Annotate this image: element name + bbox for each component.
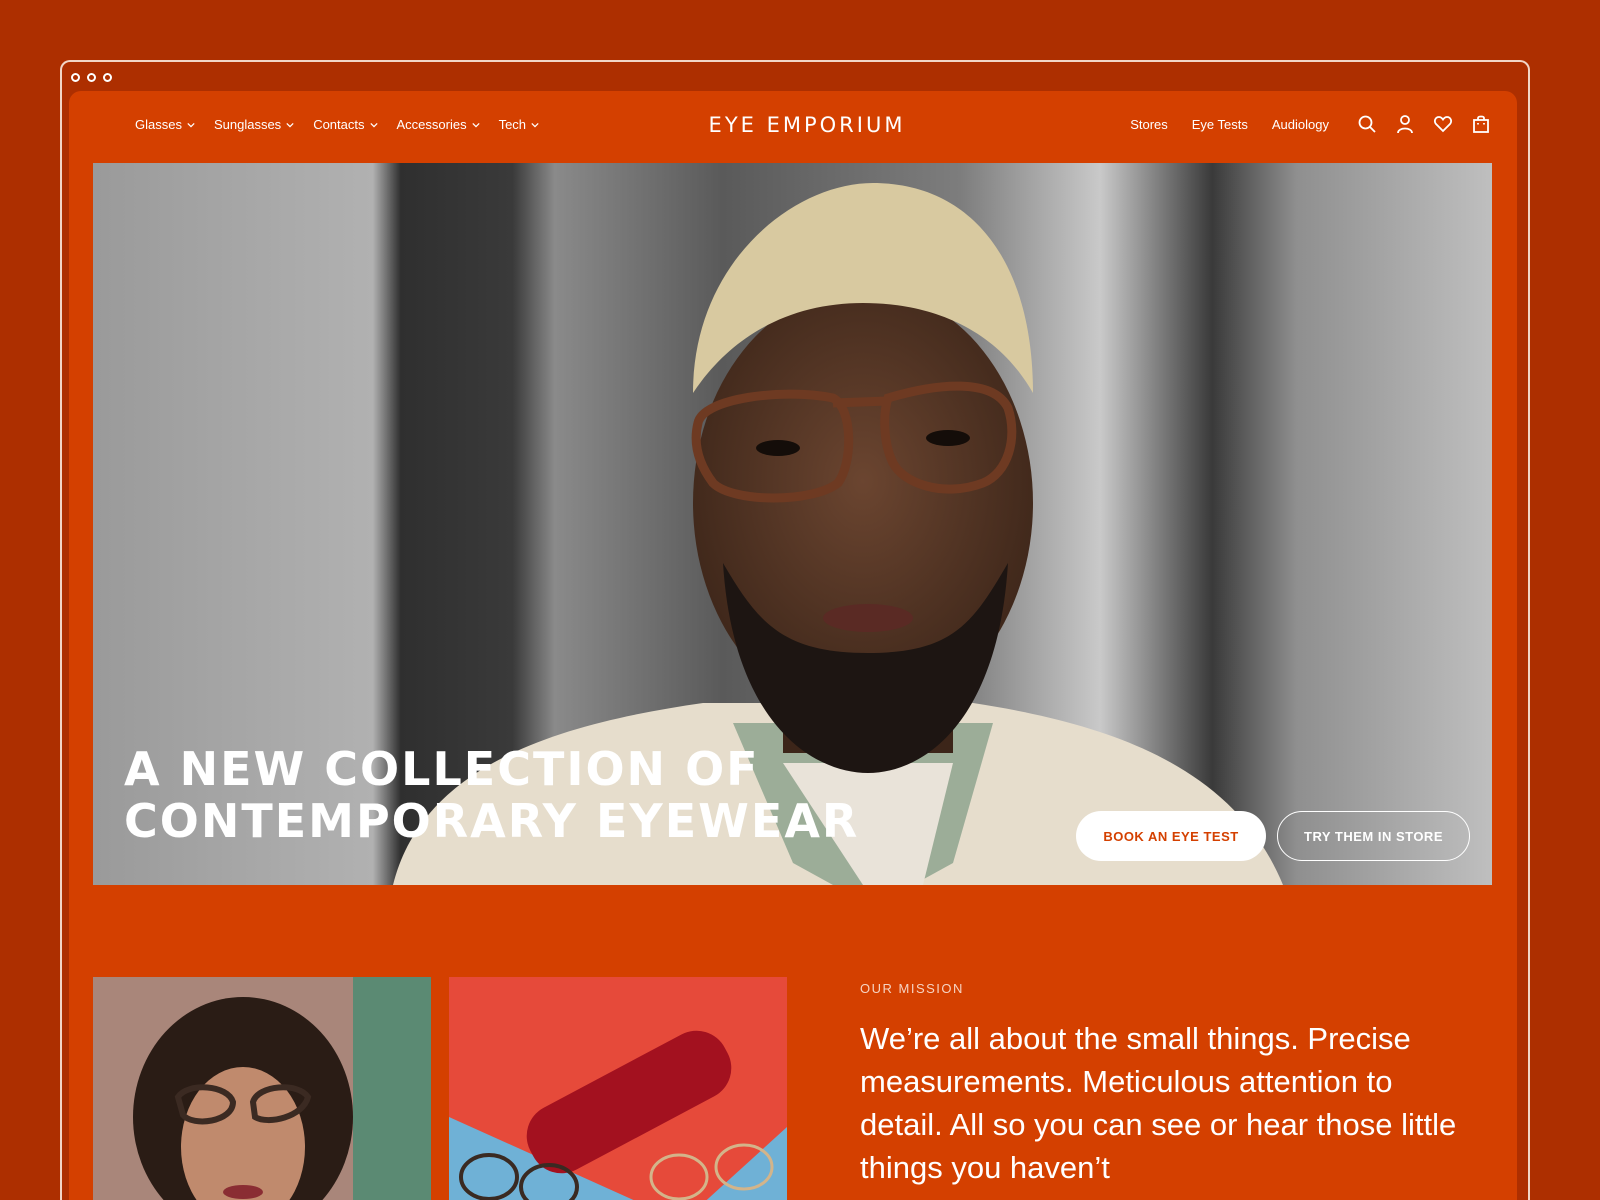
nav-item-glasses[interactable]: Glasses bbox=[135, 117, 195, 132]
chevron-down-icon bbox=[531, 122, 539, 127]
window-dot-minimize[interactable] bbox=[87, 73, 96, 82]
search-icon[interactable] bbox=[1357, 114, 1377, 134]
glasses-case-photo bbox=[449, 977, 787, 1200]
window-dot-close[interactable] bbox=[71, 73, 80, 82]
nav-item-contacts[interactable]: Contacts bbox=[313, 117, 378, 132]
chevron-down-icon bbox=[286, 122, 294, 127]
shopping-bag-icon[interactable] bbox=[1471, 114, 1491, 134]
account-icon[interactable] bbox=[1395, 114, 1415, 134]
utility-menu: Stores Eye Tests Audiology bbox=[1130, 114, 1491, 134]
chevron-down-icon bbox=[471, 122, 480, 127]
mission-label: OUR MISSION bbox=[860, 981, 964, 996]
nav-item-label: Accessories bbox=[396, 117, 467, 132]
window-controls bbox=[71, 73, 112, 82]
page: Glasses Sunglasses Contacts Accessories … bbox=[69, 91, 1517, 1200]
nav-item-label: Tech bbox=[498, 117, 527, 132]
hero-headline-line-1: A NEW COLLECTION OF bbox=[124, 742, 760, 796]
category-menu: Glasses Sunglasses Contacts Accessories … bbox=[135, 117, 539, 132]
nav-link-audiology[interactable]: Audiology bbox=[1272, 117, 1329, 132]
hero-headline-line-2: CONTEMPORARY EYEWEAR bbox=[124, 794, 860, 848]
nav-link-stores[interactable]: Stores bbox=[1130, 117, 1168, 132]
model-photo-tile[interactable] bbox=[93, 977, 431, 1200]
nav-link-eye-tests[interactable]: Eye Tests bbox=[1192, 117, 1248, 132]
chevron-down-icon bbox=[187, 122, 195, 127]
header-icons bbox=[1357, 114, 1491, 134]
nav-item-label: Contacts bbox=[313, 117, 365, 132]
mission-text: We’re all about the small things. Precis… bbox=[860, 1021, 1457, 1185]
product-photo-tile[interactable] bbox=[449, 977, 787, 1200]
nav-item-label: Sunglasses bbox=[213, 117, 282, 132]
woman-glasses-photo bbox=[93, 977, 431, 1200]
top-navigation: Glasses Sunglasses Contacts Accessories … bbox=[69, 91, 1517, 161]
try-in-store-button[interactable]: TRY THEM IN STORE bbox=[1277, 811, 1470, 861]
nav-item-accessories[interactable]: Accessories bbox=[397, 117, 480, 132]
nav-item-tech[interactable]: Tech bbox=[499, 117, 539, 132]
nav-item-sunglasses[interactable]: Sunglasses bbox=[214, 117, 294, 132]
nav-item-label: Glasses bbox=[135, 117, 182, 132]
window-dot-maximize[interactable] bbox=[103, 73, 112, 82]
book-eye-test-button[interactable]: BOOK AN EYE TEST bbox=[1076, 811, 1266, 861]
chevron-down-icon bbox=[369, 122, 378, 127]
brand-logo[interactable]: EYE EMPORIUM bbox=[687, 113, 927, 137]
wishlist-heart-icon[interactable] bbox=[1433, 114, 1453, 134]
hero-banner: A NEW COLLECTION OF CONTEMPORARY EYEWEAR… bbox=[93, 163, 1492, 885]
hero-headline: A NEW COLLECTION OF CONTEMPORARY EYEWEAR bbox=[124, 743, 859, 847]
